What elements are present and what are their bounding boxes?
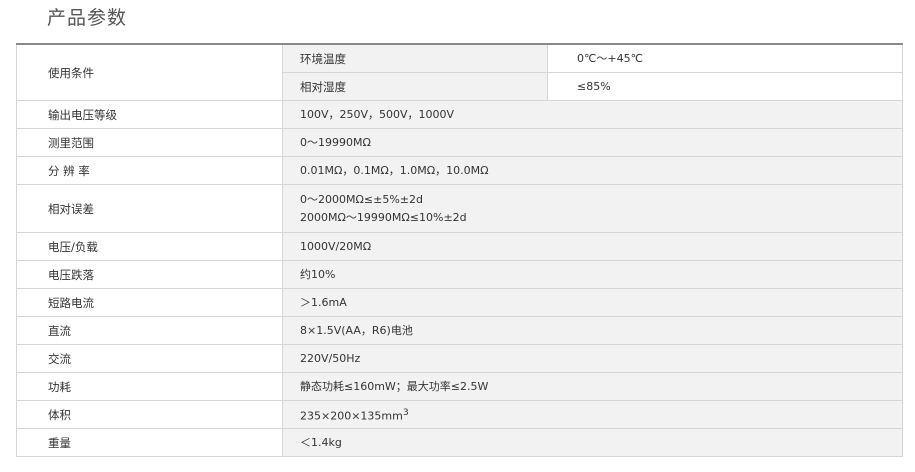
table-row: 交流 220V/50Hz [16, 344, 903, 373]
temperature-label: 环境温度 [282, 43, 548, 73]
row-value: 约10% [282, 260, 903, 289]
row-label: 交流 [16, 344, 283, 373]
table-row: 使用条件 环境温度 0℃～+45℃ [16, 43, 903, 101]
table-row: 功耗 静态功耗≤160mW；最大功率≤2.5W [16, 372, 903, 401]
row-value: 0～2000MΩ≤±5%±2d 2000MΩ～19990MΩ≤10%±2d [282, 184, 903, 233]
table-row: 电压/负载 1000V/20MΩ [16, 232, 903, 261]
row-value: 220V/50Hz [282, 344, 903, 373]
table-row: 分 辨 率 0.01MΩ，0.1MΩ，1.0MΩ，10.0MΩ [16, 156, 903, 185]
table-row: 直流 8×1.5V(AA，R6)电池 [16, 316, 903, 345]
row-label: 电压/负载 [16, 232, 283, 261]
row-value: 0～19990MΩ [282, 128, 903, 157]
row-label-conditions: 使用条件 [16, 43, 283, 101]
row-label: 功耗 [16, 372, 283, 401]
table-row: 电压跌落 约10% [16, 260, 903, 289]
table-row: 输出电压等级 100V，250V，500V，1000V [16, 100, 903, 129]
row-value: 0.01MΩ，0.1MΩ，1.0MΩ，10.0MΩ [282, 156, 903, 185]
table-row: 测里范围 0～19990MΩ [16, 128, 903, 157]
table-row: 相对误差 0～2000MΩ≤±5%±2d 2000MΩ～19990MΩ≤10%±… [16, 184, 903, 233]
row-label: 相对误差 [16, 184, 283, 233]
row-label: 直流 [16, 316, 283, 345]
row-value-line: 2000MΩ～19990MΩ≤10%±2d [300, 210, 467, 224]
humidity-label: 相对湿度 [282, 72, 548, 101]
row-label: 测里范围 [16, 128, 283, 157]
row-label: 分 辨 率 [16, 156, 283, 185]
row-value: 1000V/20MΩ [282, 232, 903, 261]
table-row: 体积 235×200×135mm3 [16, 400, 903, 429]
row-value: 235×200×135mm3 [282, 400, 903, 429]
row-value: ＜1.4kg [282, 428, 903, 457]
volume-exponent: 3 [402, 406, 409, 418]
row-value: 8×1.5V(AA，R6)电池 [282, 316, 903, 345]
row-value: 100V，250V，500V，1000V [282, 100, 903, 129]
row-label: 重量 [16, 428, 283, 457]
row-value: ＞1.6mA [282, 288, 903, 317]
table-row: 短路电流 ＞1.6mA [16, 288, 903, 317]
row-label: 短路电流 [16, 288, 283, 317]
row-label: 电压跌落 [16, 260, 283, 289]
row-value-line: 0～2000MΩ≤±5%±2d [300, 192, 423, 206]
page-title: 产品参数 [47, 7, 128, 29]
spec-table: 使用条件 环境温度 0℃～+45℃ 相对湿度 ≤85% 输出电压等级 100V，… [16, 43, 903, 457]
volume-value: 235×200×135mm [300, 409, 403, 423]
humidity-value: ≤85% [547, 72, 903, 101]
row-label: 体积 [16, 400, 283, 429]
row-label: 输出电压等级 [16, 100, 283, 129]
temperature-value: 0℃～+45℃ [547, 43, 903, 73]
table-row: 重量 ＜1.4kg [16, 428, 903, 457]
row-value: 静态功耗≤160mW；最大功率≤2.5W [282, 372, 903, 401]
